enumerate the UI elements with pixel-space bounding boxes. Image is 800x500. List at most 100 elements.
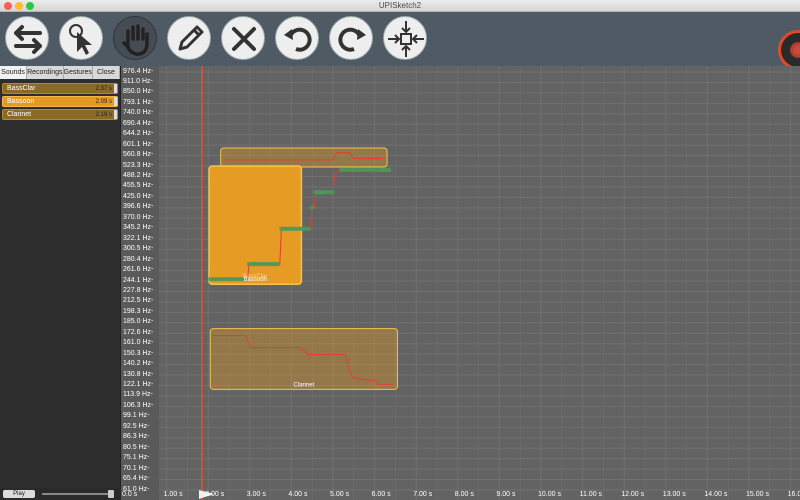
frequency-label: 150.3 Hz- bbox=[123, 349, 154, 357]
pencil-icon bbox=[178, 25, 204, 51]
redo-icon bbox=[338, 27, 366, 52]
tab-sounds[interactable]: Sounds bbox=[0, 66, 28, 79]
volume-slider[interactable] bbox=[42, 490, 114, 498]
sound-region-label: Bassoon bbox=[244, 277, 267, 283]
sound-duration: 2.19 s bbox=[95, 112, 112, 118]
sketch-canvas[interactable]: BassClar Bassoon Clarinet bbox=[159, 66, 800, 500]
time-label: 9.00 s bbox=[496, 491, 516, 498]
pencil-tool-button[interactable] bbox=[167, 16, 211, 60]
delete-button[interactable] bbox=[221, 16, 265, 60]
frequency-label: 261.6 Hz- bbox=[123, 266, 154, 274]
sound-scroll-handle[interactable] bbox=[114, 84, 117, 93]
frequency-label: 65.4 Hz- bbox=[123, 475, 150, 483]
frequency-label: 560.8 Hz- bbox=[123, 151, 154, 159]
sound-name: Clarinet bbox=[7, 111, 32, 118]
sound-duration: 2.09 s bbox=[95, 99, 112, 105]
frequency-label: 113.9 Hz- bbox=[123, 391, 153, 399]
frequency-label: 976.4 Hz- bbox=[123, 67, 154, 75]
time-label: 15.00 s bbox=[746, 491, 769, 498]
sound-scroll-handle[interactable] bbox=[114, 97, 117, 106]
frequency-label: 280.4 Hz- bbox=[123, 255, 154, 263]
frequency-label: 80.5 Hz- bbox=[123, 443, 150, 451]
frequency-label: 850.0 Hz- bbox=[123, 88, 154, 96]
time-label: 10.00 s bbox=[538, 491, 561, 498]
frequency-label: 92.5 Hz- bbox=[123, 422, 150, 430]
fit-view-button[interactable] bbox=[383, 16, 427, 60]
sketch-canvas-svg[interactable]: BassClarBassoonClarinet bbox=[159, 66, 800, 500]
toolbar bbox=[0, 12, 800, 70]
frequency-label: 106.3 Hz- bbox=[123, 401, 154, 409]
frequency-label: 244.1 Hz- bbox=[123, 276, 154, 284]
play-button[interactable]: Play bbox=[3, 490, 35, 498]
note-point bbox=[310, 205, 315, 210]
sound-item-bassoon[interactable]: Bassoon 2.09 s bbox=[2, 96, 118, 107]
redo-button[interactable] bbox=[329, 16, 373, 60]
frequency-label: 122.1 Hz- bbox=[123, 381, 154, 388]
tab-close[interactable]: Close bbox=[93, 66, 121, 79]
fit-arrows-icon bbox=[388, 21, 424, 57]
frequency-label: 322.1 Hz- bbox=[123, 234, 154, 242]
sound-region-box[interactable] bbox=[208, 165, 303, 285]
sidebar: Sounds Recordings Gestures Close BassCla… bbox=[0, 66, 121, 500]
sound-region-clarinet[interactable]: Clarinet bbox=[209, 328, 398, 390]
frequency-label: 644.2 Hz- bbox=[123, 130, 154, 138]
time-label: 3.00 s bbox=[246, 491, 266, 498]
time-label: 7.00 s bbox=[413, 491, 433, 498]
time-label: 4.00 s bbox=[288, 491, 308, 498]
frequency-label: 690.4 Hz- bbox=[123, 119, 154, 127]
frequency-label: 396.6 Hz- bbox=[123, 203, 154, 211]
sound-region-label: Clarinet bbox=[294, 382, 315, 388]
frequency-label: 172.6 Hz- bbox=[123, 328, 154, 336]
select-tool-button[interactable] bbox=[59, 16, 103, 60]
record-button[interactable] bbox=[778, 30, 800, 70]
time-label: 6.00 s bbox=[371, 491, 391, 498]
tab-gestures[interactable]: Gestures bbox=[64, 66, 93, 79]
note-point bbox=[275, 261, 280, 267]
time-label: 12.00 s bbox=[621, 491, 645, 498]
delete-x-icon bbox=[232, 27, 256, 51]
undo-button[interactable] bbox=[275, 16, 319, 60]
note-point bbox=[306, 226, 311, 231]
frequency-label: 488.2 Hz- bbox=[123, 172, 154, 179]
sound-region-box[interactable] bbox=[220, 147, 388, 168]
sound-item-bassclar[interactable]: BassClar 2.37 s bbox=[2, 83, 118, 94]
time-label: 16.00 s bbox=[787, 491, 800, 498]
frequency-label: 740.0 Hz- bbox=[123, 109, 154, 117]
frequency-label: 99.1 Hz- bbox=[123, 412, 150, 420]
frequency-label: 425.0 Hz- bbox=[123, 192, 154, 200]
hand-icon bbox=[122, 24, 149, 56]
sound-scroll-handle[interactable] bbox=[114, 110, 117, 119]
time-label: 14.00 s bbox=[704, 491, 728, 498]
frequency-label: 130.8 Hz- bbox=[123, 370, 154, 378]
sidebar-tabs: Sounds Recordings Gestures Close bbox=[0, 66, 121, 79]
sound-item-clarinet[interactable]: Clarinet 2.19 s bbox=[2, 109, 118, 120]
note-point bbox=[330, 190, 335, 195]
swap-arrows-button[interactable] bbox=[5, 16, 49, 60]
frequency-label: 140.2 Hz- bbox=[123, 360, 154, 368]
frequency-label: 75.1 Hz- bbox=[123, 454, 150, 462]
window-title: UPISketch2 bbox=[378, 1, 422, 10]
hand-tool-button[interactable] bbox=[113, 16, 157, 60]
frequency-label: 86.3 Hz- bbox=[123, 433, 150, 441]
frequency-label: 455.5 Hz- bbox=[123, 182, 154, 190]
frequency-label: 345.2 Hz- bbox=[123, 224, 154, 232]
sound-region-bassclar[interactable] bbox=[220, 147, 388, 168]
frequency-label: 370.0 Hz- bbox=[123, 213, 154, 221]
sound-name: BassClar bbox=[7, 85, 36, 92]
time-label: 5.00 s bbox=[330, 491, 350, 498]
tab-recordings[interactable]: Recordings bbox=[27, 66, 64, 79]
frequency-label: 70.1 Hz- bbox=[123, 464, 150, 472]
undo-icon bbox=[284, 27, 312, 52]
volume-slider-knob[interactable] bbox=[108, 490, 114, 498]
frequency-label: 911.0 Hz- bbox=[123, 77, 153, 85]
frequency-label: 212.5 Hz- bbox=[123, 297, 154, 305]
frequency-label: 523.3 Hz- bbox=[123, 161, 154, 169]
title-bar: UPISketch2 bbox=[0, 0, 800, 12]
frequency-label: 300.5 Hz- bbox=[123, 245, 154, 253]
time-label: 2.00 s bbox=[205, 491, 225, 498]
frequency-label: 227.8 Hz- bbox=[123, 286, 154, 294]
sound-duration: 2.37 s bbox=[95, 86, 112, 92]
time-label: 13.00 s bbox=[662, 491, 686, 498]
frequency-label: 161.0 Hz- bbox=[123, 339, 154, 347]
time-label: 0.0 s bbox=[122, 491, 138, 498]
